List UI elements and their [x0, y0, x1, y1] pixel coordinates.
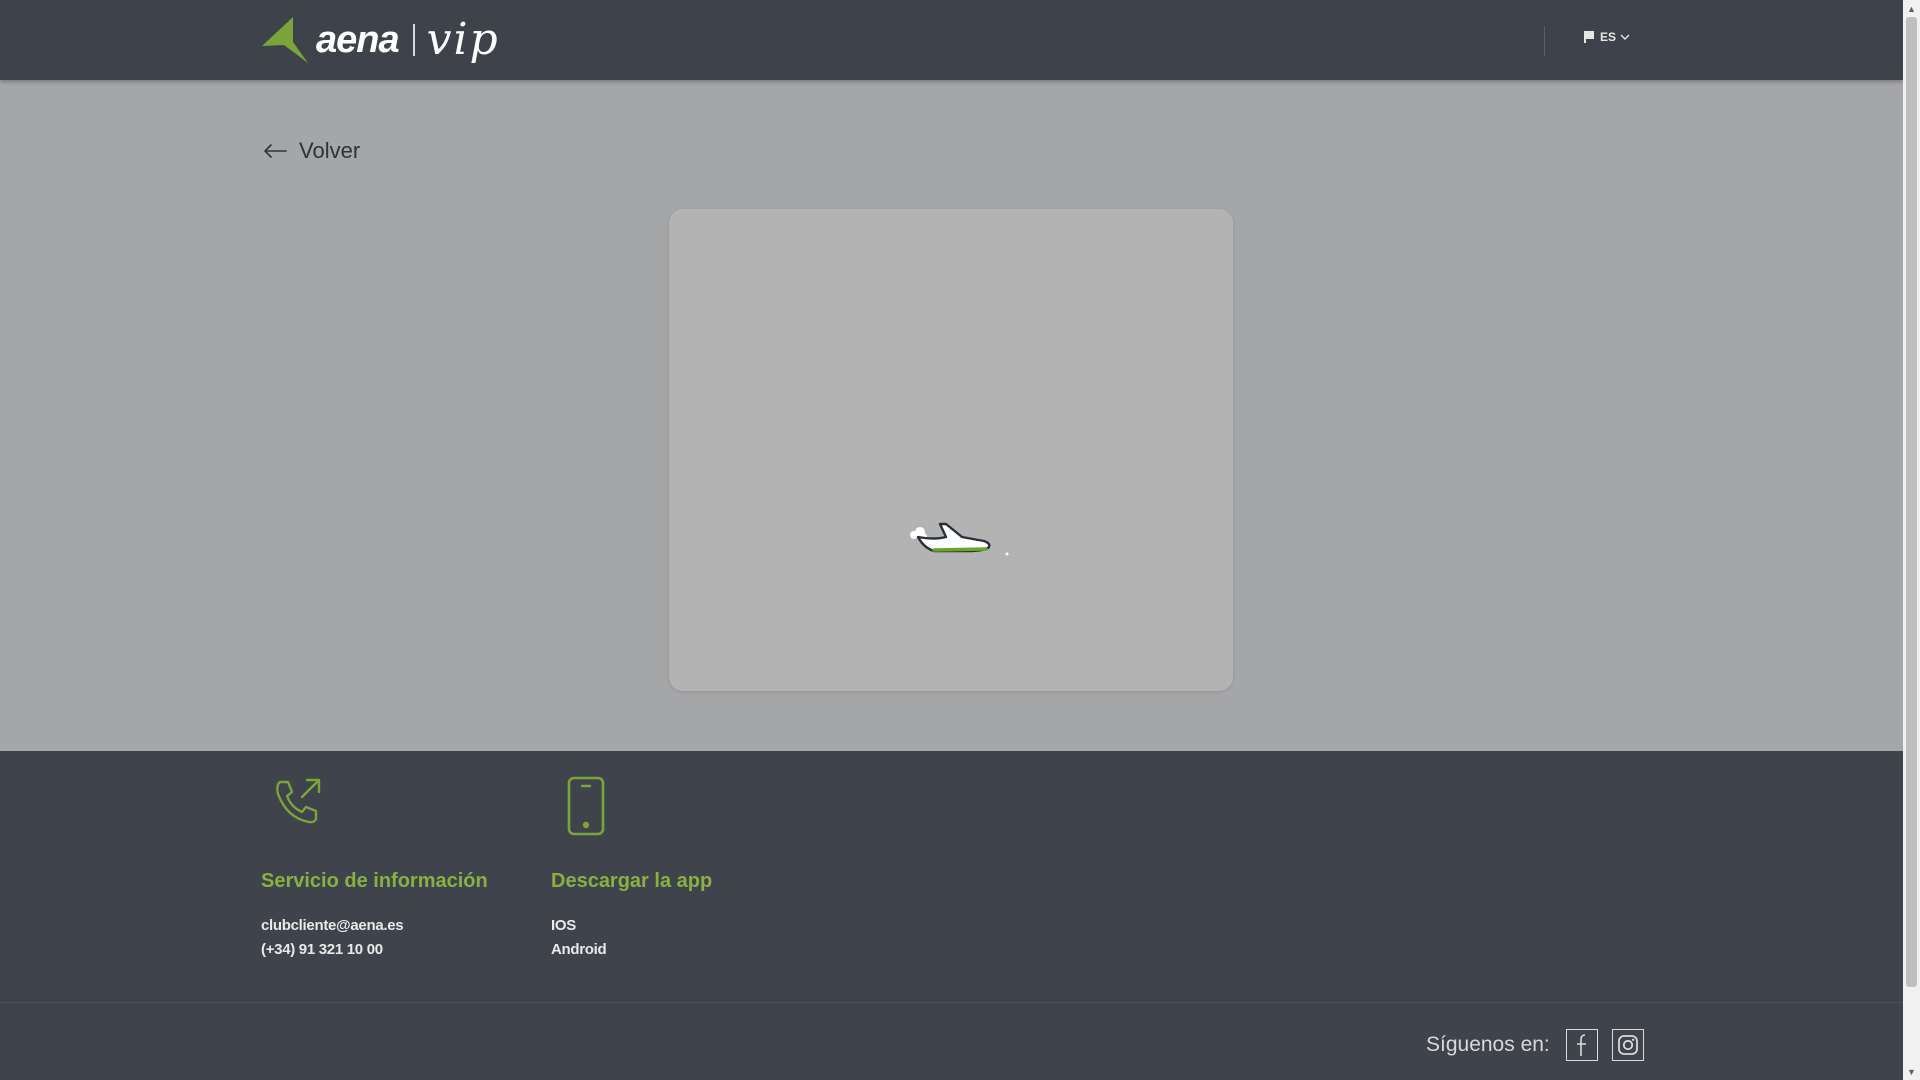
aena-vip-logo[interactable]: aena vip: [260, 14, 500, 66]
download-app-title: Descargar la app: [551, 870, 713, 892]
language-label: ES: [1600, 30, 1617, 44]
language-selector[interactable]: ES: [1583, 30, 1630, 44]
logo-divider: [412, 24, 415, 56]
header-divider: [1544, 26, 1545, 56]
flag-icon: [1584, 31, 1594, 43]
info-phone-link[interactable]: (+34) 91 321 10 00: [261, 941, 383, 958]
footer-divider: [0, 1002, 1903, 1003]
ios-app-link[interactable]: IOS: [551, 917, 576, 934]
info-service-title: Servicio de información: [261, 870, 488, 892]
loading-card: [669, 209, 1233, 691]
scroll-down-arrow-icon[interactable]: ▼: [1903, 1063, 1920, 1080]
scrollbar-thumb[interactable]: [1906, 17, 1917, 987]
back-label: Volver: [299, 138, 361, 163]
smartphone-icon: [567, 776, 605, 836]
follow-us-label: Síguenos en:: [1426, 1033, 1550, 1056]
logo-brand-text: aena: [316, 19, 400, 61]
android-app-link[interactable]: Android: [551, 941, 607, 958]
page: aena vip ES Volver Servicio de informaci…: [0, 0, 1903, 1080]
phone-call-icon: [276, 778, 321, 824]
aena-logo-mark-icon: [262, 17, 308, 63]
chevron-down-icon: [1620, 34, 1630, 40]
info-email-link[interactable]: clubcliente@aena.es: [261, 917, 404, 934]
vertical-scrollbar[interactable]: ▲ ▼: [1903, 0, 1920, 1080]
instagram-icon[interactable]: [1611, 1029, 1644, 1061]
back-link[interactable]: Volver: [263, 138, 360, 164]
top-header: aena vip ES: [0, 0, 1903, 80]
facebook-icon[interactable]: [1565, 1029, 1598, 1061]
arrow-left-icon: [264, 144, 287, 158]
logo-product-text: vip: [426, 14, 500, 65]
scroll-up-arrow-icon[interactable]: ▲: [1903, 0, 1920, 17]
airplane-icon: [910, 522, 1009, 556]
footer: Servicio de información clubcliente@aena…: [0, 751, 1903, 1080]
social-follow: Síguenos en:: [1426, 1029, 1658, 1061]
